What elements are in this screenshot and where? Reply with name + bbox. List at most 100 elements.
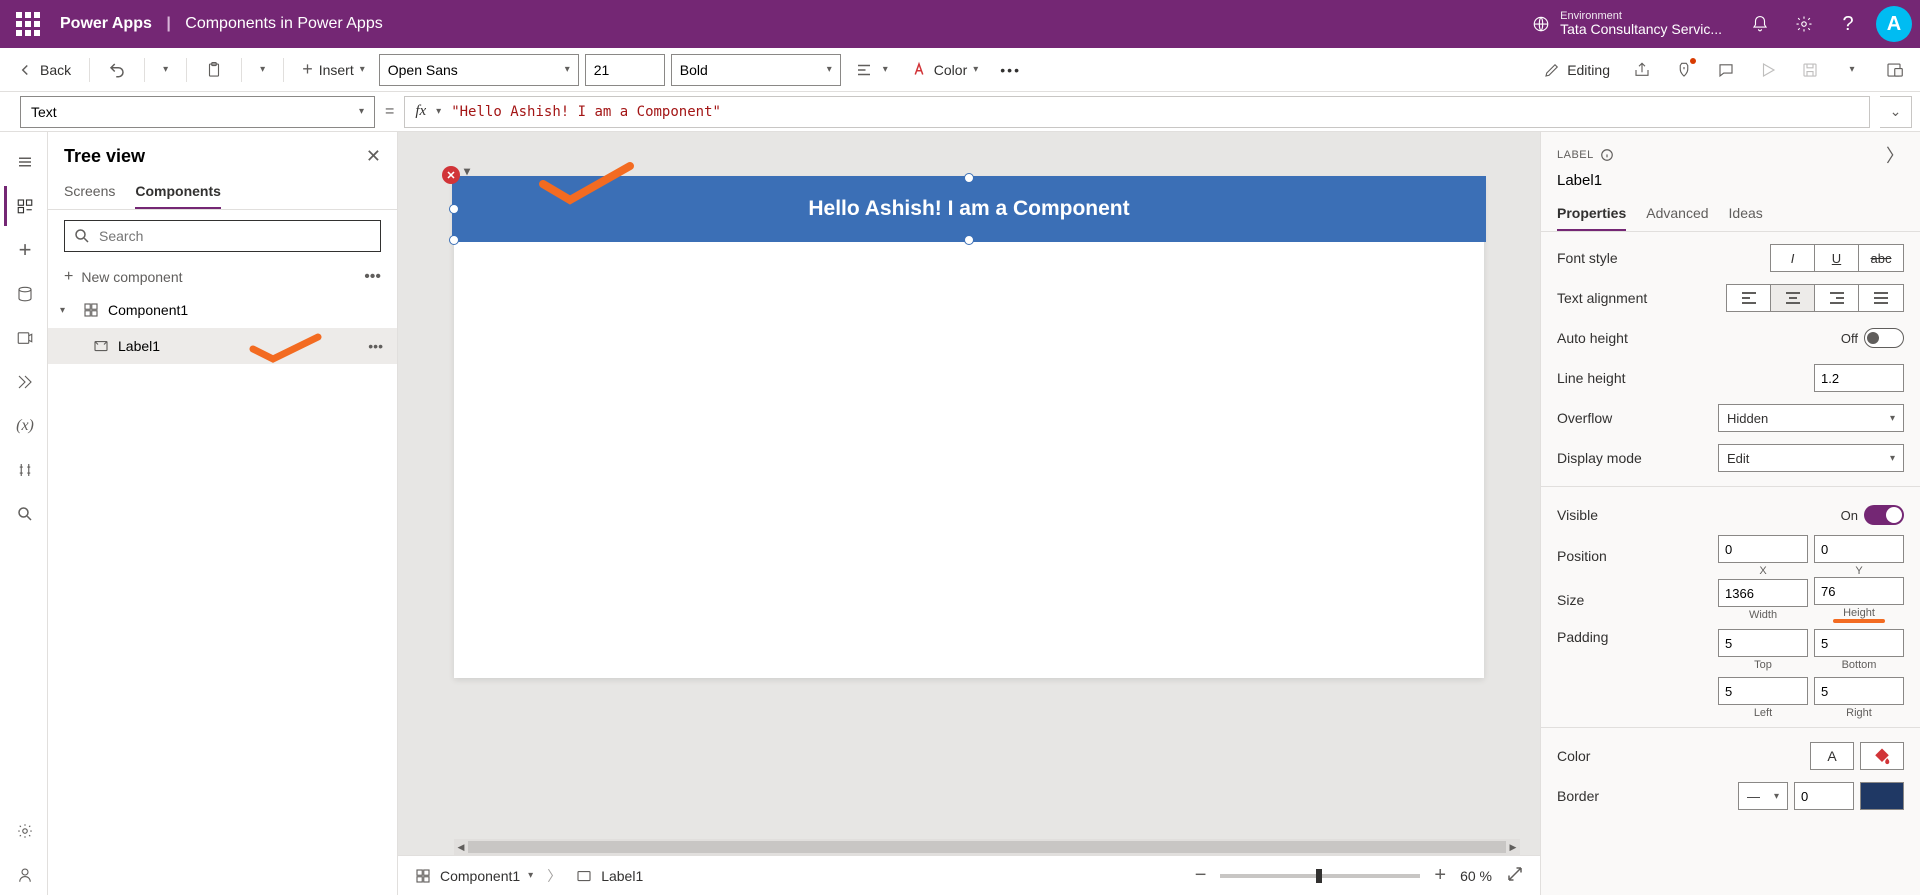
font-size-input[interactable]: 21 bbox=[585, 54, 665, 86]
auto-height-toggle[interactable] bbox=[1864, 328, 1904, 348]
tree-search-input[interactable] bbox=[99, 228, 372, 244]
app-launcher-icon[interactable] bbox=[8, 4, 48, 44]
padding-right-input[interactable] bbox=[1814, 677, 1904, 705]
tree-search[interactable] bbox=[64, 220, 381, 252]
resize-handle-w[interactable] bbox=[449, 204, 459, 214]
label-icon bbox=[575, 867, 593, 885]
environment-picker[interactable]: Environment Tata Consultancy Servic... bbox=[1532, 10, 1722, 37]
resize-handle-n[interactable] bbox=[964, 173, 974, 183]
variables-icon[interactable]: (x) bbox=[4, 406, 44, 446]
font-weight-select[interactable]: Bold▾ bbox=[671, 54, 841, 86]
align-left-button[interactable] bbox=[1727, 285, 1771, 311]
position-y-input[interactable] bbox=[1814, 535, 1904, 563]
property-select[interactable]: Text▾ bbox=[20, 96, 375, 128]
resize-handle-s[interactable] bbox=[964, 235, 974, 245]
user-avatar[interactable]: A bbox=[1876, 6, 1912, 42]
paste-button[interactable] bbox=[197, 54, 231, 86]
tree-view-icon[interactable] bbox=[4, 186, 44, 226]
more-button[interactable]: ••• bbox=[992, 54, 1029, 86]
app-checker-icon[interactable] bbox=[1666, 52, 1702, 88]
component-canvas[interactable]: Hello Ashish! I am a Component ✕ ▾ bbox=[454, 178, 1484, 678]
insert-button[interactable]: + Insert ▾ bbox=[294, 54, 373, 86]
fit-to-screen-icon[interactable] bbox=[1506, 865, 1524, 886]
italic-button[interactable]: I bbox=[1771, 245, 1815, 271]
insert-rail-icon[interactable]: + bbox=[4, 230, 44, 270]
notifications-icon[interactable] bbox=[1738, 0, 1782, 48]
border-width-input[interactable] bbox=[1794, 782, 1854, 810]
visible-toggle[interactable] bbox=[1864, 505, 1904, 525]
border-color-chip[interactable] bbox=[1860, 782, 1904, 810]
close-panel-icon[interactable]: ✕ bbox=[366, 146, 381, 167]
padding-top-input[interactable] bbox=[1718, 629, 1808, 657]
size-height-input[interactable] bbox=[1814, 577, 1904, 605]
zoom-in-button[interactable]: + bbox=[1434, 864, 1446, 887]
tab-screens[interactable]: Screens bbox=[64, 175, 115, 209]
search-rail-icon[interactable] bbox=[4, 494, 44, 534]
color-button[interactable]: Color▾ bbox=[902, 54, 987, 86]
align-justify-button[interactable] bbox=[1859, 285, 1903, 311]
back-button[interactable]: Back bbox=[8, 54, 79, 86]
position-x-input[interactable] bbox=[1718, 535, 1808, 563]
app-name[interactable]: Power Apps bbox=[60, 15, 152, 32]
resize-handle-sw[interactable] bbox=[449, 235, 459, 245]
advanced-tools-icon[interactable] bbox=[4, 450, 44, 490]
preview-icon[interactable] bbox=[1750, 52, 1786, 88]
canvas-horizontal-scrollbar[interactable]: ◀▶ bbox=[454, 839, 1520, 855]
paste-more-button[interactable]: ▾ bbox=[252, 54, 273, 86]
padding-left-input[interactable] bbox=[1718, 677, 1808, 705]
align-right-button[interactable] bbox=[1815, 285, 1859, 311]
settings-icon[interactable] bbox=[1782, 0, 1826, 48]
fill-color-button[interactable] bbox=[1860, 742, 1904, 770]
publish-icon[interactable] bbox=[1876, 52, 1912, 88]
formula-input[interactable]: fx▾ "Hello Ashish! I am a Component" bbox=[404, 96, 1870, 128]
zoom-slider[interactable] bbox=[1220, 874, 1420, 878]
size-width-input[interactable] bbox=[1718, 579, 1808, 607]
undo-more-button[interactable]: ▾ bbox=[155, 54, 176, 86]
tree-item-more-icon[interactable]: ••• bbox=[368, 338, 383, 354]
media-icon[interactable] bbox=[4, 318, 44, 358]
expand-panel-icon[interactable]: 〉 bbox=[1886, 142, 1904, 168]
component-more-icon[interactable]: ••• bbox=[364, 268, 381, 286]
breadcrumb-label[interactable]: Label1 bbox=[575, 867, 643, 885]
info-icon[interactable] bbox=[1600, 148, 1614, 162]
chevron-down-icon[interactable]: ▾ bbox=[60, 305, 74, 316]
share-icon[interactable] bbox=[1624, 52, 1660, 88]
tab-components[interactable]: Components bbox=[135, 175, 221, 209]
data-icon[interactable] bbox=[4, 274, 44, 314]
editing-mode-button[interactable]: Editing bbox=[1535, 54, 1618, 86]
align-button[interactable]: ▾ bbox=[847, 54, 896, 86]
font-color-sample[interactable]: A bbox=[1810, 742, 1854, 770]
error-chevron-icon[interactable]: ▾ bbox=[464, 164, 470, 178]
control-name[interactable]: Label1 bbox=[1541, 172, 1920, 197]
strikethrough-button[interactable]: abc bbox=[1859, 245, 1903, 271]
tree-item-label1[interactable]: Label1 ••• bbox=[48, 328, 397, 364]
border-style-select[interactable]: —▾ bbox=[1738, 782, 1788, 810]
hamburger-icon[interactable] bbox=[4, 142, 44, 182]
underline-button[interactable]: U bbox=[1815, 245, 1859, 271]
document-name[interactable]: Components in Power Apps bbox=[185, 15, 382, 32]
tab-properties[interactable]: Properties bbox=[1557, 197, 1626, 231]
label-control[interactable]: Hello Ashish! I am a Component ✕ ▾ bbox=[454, 178, 1484, 240]
help-icon[interactable]: ? bbox=[1826, 0, 1870, 48]
expand-formula-icon[interactable]: ⌄ bbox=[1880, 96, 1912, 128]
undo-button[interactable] bbox=[100, 54, 134, 86]
align-center-button[interactable] bbox=[1771, 285, 1815, 311]
padding-bottom-input[interactable] bbox=[1814, 629, 1904, 657]
display-mode-select[interactable]: Edit▾ bbox=[1718, 444, 1904, 472]
tab-advanced[interactable]: Advanced bbox=[1646, 197, 1708, 231]
settings-rail-icon[interactable] bbox=[4, 811, 44, 851]
tab-ideas[interactable]: Ideas bbox=[1729, 197, 1763, 231]
save-more-icon[interactable]: ▾ bbox=[1834, 52, 1870, 88]
virtual-agent-icon[interactable] bbox=[4, 855, 44, 895]
comments-icon[interactable] bbox=[1708, 52, 1744, 88]
zoom-out-button[interactable]: − bbox=[1195, 864, 1207, 887]
overflow-select[interactable]: Hidden▾ bbox=[1718, 404, 1904, 432]
save-icon[interactable] bbox=[1792, 52, 1828, 88]
line-height-input[interactable] bbox=[1814, 364, 1904, 392]
breadcrumb-component[interactable]: Component1 ▾ bbox=[414, 867, 533, 885]
font-family-select[interactable]: Open Sans▾ bbox=[379, 54, 579, 86]
error-badge-icon[interactable]: ✕ bbox=[442, 166, 460, 184]
new-component-button[interactable]: + New component bbox=[64, 268, 183, 286]
tree-item-component[interactable]: ▾ Component1 bbox=[48, 292, 397, 328]
power-automate-icon[interactable] bbox=[4, 362, 44, 402]
